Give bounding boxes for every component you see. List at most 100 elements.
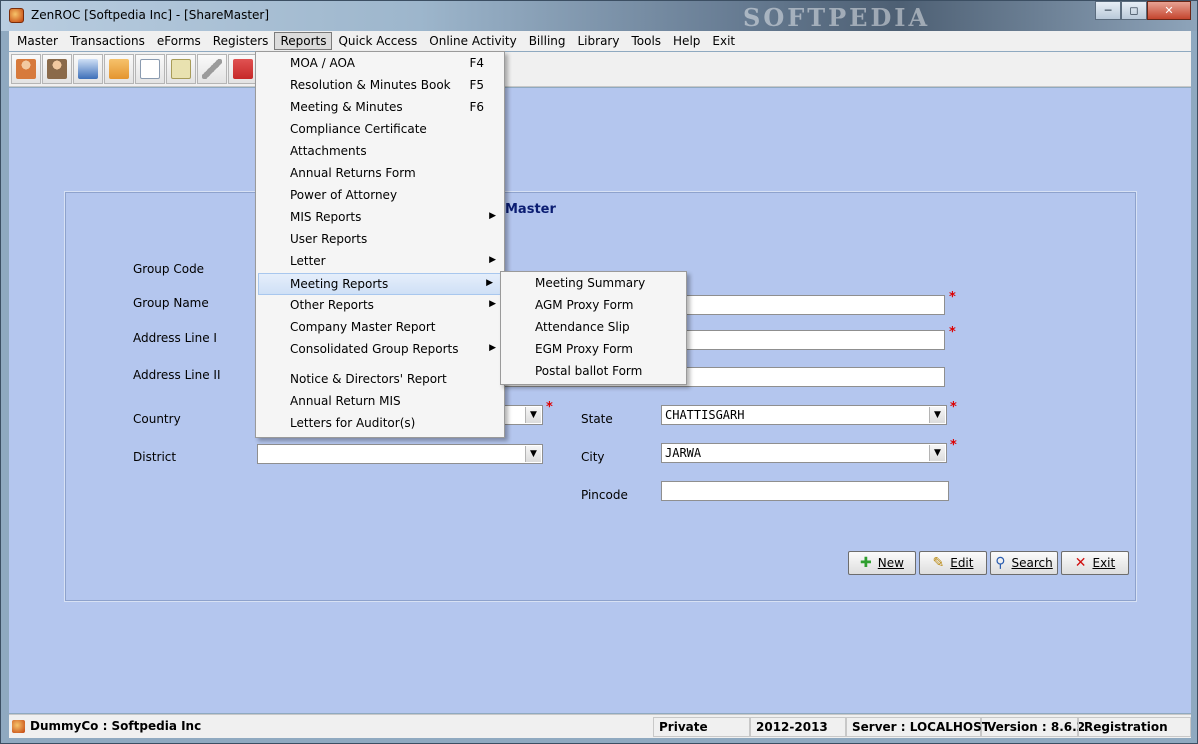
menu-item-label: Consolidated Group Reports bbox=[290, 342, 459, 356]
reports-item-attachments[interactable]: Attachments bbox=[256, 141, 504, 163]
menu-item-label: Postal ballot Form bbox=[535, 364, 643, 378]
reports-item-meeting-reports[interactable]: Meeting Reports ▶ bbox=[258, 273, 502, 295]
toolbar-button-document[interactable] bbox=[135, 54, 165, 84]
menu-library[interactable]: Library bbox=[572, 32, 626, 50]
status-server: Server : LOCALHOST bbox=[846, 717, 990, 737]
menu-item-label: Attendance Slip bbox=[535, 320, 630, 334]
toolbar-button-user-edit[interactable] bbox=[11, 54, 41, 84]
menu-bar: Master Transactions eForms Registers Rep… bbox=[9, 31, 1191, 51]
close-icon: ✕ bbox=[1164, 4, 1174, 17]
menu-registers[interactable]: Registers bbox=[207, 32, 275, 50]
menu-master[interactable]: Master bbox=[11, 32, 64, 50]
add-icon: ✚ bbox=[860, 555, 872, 571]
submenu-item-agm-proxy-form[interactable]: AGM Proxy Form bbox=[501, 295, 686, 317]
search-icon: ⚲ bbox=[995, 555, 1006, 571]
search-button-label: Search bbox=[1011, 556, 1053, 570]
minimize-button[interactable]: ─ bbox=[1095, 1, 1121, 20]
title-bar[interactable]: ZenROC [Softpedia Inc] - [ShareMaster] S… bbox=[1, 1, 1197, 32]
reports-item-notice-directors-report[interactable]: Notice & Directors' Report bbox=[256, 369, 504, 391]
submenu-item-egm-proxy-form[interactable]: EGM Proxy Form bbox=[501, 339, 686, 361]
close-icon: ✕ bbox=[1074, 555, 1087, 571]
menu-item-label: MOA / AOA bbox=[290, 56, 355, 70]
minimize-icon: ─ bbox=[1104, 4, 1112, 17]
red-book-icon bbox=[233, 59, 253, 79]
new-button[interactable]: ✚ New bbox=[848, 551, 916, 575]
master-panel: Master Group Code Group Name Address Lin… bbox=[64, 191, 1137, 602]
toolbar-button-folder-box[interactable] bbox=[104, 54, 134, 84]
group-code-label: Group Code bbox=[133, 262, 205, 276]
menu-item-label: Meeting Summary bbox=[535, 276, 646, 290]
maximize-button[interactable]: ◻ bbox=[1121, 1, 1147, 20]
reports-item-consolidated-group-reports[interactable]: Consolidated Group Reports ▶ bbox=[256, 339, 504, 361]
menu-item-label: User Reports bbox=[290, 232, 368, 246]
menu-item-label: Annual Returns Form bbox=[290, 166, 416, 180]
reports-item-company-master-report[interactable]: Company Master Report bbox=[256, 317, 504, 339]
reports-item-resolution-minutes[interactable]: Resolution & Minutes Book F5 bbox=[256, 75, 504, 97]
pincode-input[interactable] bbox=[661, 481, 949, 501]
city-select[interactable]: JARWA ▼ bbox=[661, 443, 947, 463]
reports-menu: MOA / AOA F4 Resolution & Minutes Book F5 … bbox=[255, 51, 505, 438]
state-label: State bbox=[581, 412, 613, 426]
menu-reports[interactable]: Reports bbox=[274, 32, 333, 50]
chevron-down-icon[interactable]: ▼ bbox=[525, 407, 541, 423]
edit-button[interactable]: ✎ Edit bbox=[919, 551, 987, 575]
menu-exit[interactable]: Exit bbox=[706, 32, 741, 50]
reports-item-annual-returns-form[interactable]: Annual Returns Form bbox=[256, 163, 504, 185]
state-value: CHATTISGARH bbox=[665, 408, 745, 422]
menu-item-label: Letters for Auditor(s) bbox=[290, 416, 416, 430]
reports-item-power-of-attorney[interactable]: Power of Attorney bbox=[256, 185, 504, 207]
user-pen-icon bbox=[47, 59, 67, 79]
reports-item-letter[interactable]: Letter ▶ bbox=[256, 251, 504, 273]
reports-item-mis-reports[interactable]: MIS Reports ▶ bbox=[256, 207, 504, 229]
menu-item-label: MIS Reports bbox=[290, 210, 362, 224]
reports-item-other-reports[interactable]: Other Reports ▶ bbox=[256, 295, 504, 317]
menu-item-label: Other Reports bbox=[290, 298, 374, 312]
chevron-down-icon[interactable]: ▼ bbox=[929, 407, 945, 423]
reports-item-letters-for-auditors[interactable]: Letters for Auditor(s) bbox=[256, 413, 504, 435]
menu-tools[interactable]: Tools bbox=[625, 32, 667, 50]
toolbar-button-ia-form[interactable] bbox=[73, 54, 103, 84]
search-button[interactable]: ⚲ Search bbox=[990, 551, 1058, 575]
menu-item-label: Notice & Directors' Report bbox=[290, 372, 447, 386]
status-version: Version : 8.6.2 bbox=[981, 717, 1085, 737]
window-controls: ─ ◻ ✕ bbox=[1095, 1, 1191, 20]
menu-help[interactable]: Help bbox=[667, 32, 706, 50]
pincode-label: Pincode bbox=[581, 488, 628, 502]
submenu-item-postal-ballot-form[interactable]: Postal ballot Form bbox=[501, 361, 686, 383]
state-select[interactable]: CHATTISGARH ▼ bbox=[661, 405, 947, 425]
menu-item-label: Letter bbox=[290, 254, 326, 268]
toolbar-button-book[interactable] bbox=[228, 54, 258, 84]
close-button[interactable]: ✕ bbox=[1147, 1, 1191, 20]
menu-billing[interactable]: Billing bbox=[523, 32, 572, 50]
reports-item-user-reports[interactable]: User Reports bbox=[256, 229, 504, 251]
exit-button[interactable]: ✕ Exit bbox=[1061, 551, 1129, 575]
submenu-item-meeting-summary[interactable]: Meeting Summary bbox=[501, 273, 686, 295]
reports-item-meeting-minutes[interactable]: Meeting & Minutes F6 bbox=[256, 97, 504, 119]
menu-online-activity[interactable]: Online Activity bbox=[423, 32, 522, 50]
city-label: City bbox=[581, 450, 605, 464]
submenu-arrow-icon: ▶ bbox=[489, 255, 496, 265]
toolbar-button-scroll[interactable] bbox=[166, 54, 196, 84]
exit-button-label: Exit bbox=[1092, 556, 1116, 570]
district-select[interactable]: ▼ bbox=[257, 444, 543, 464]
submenu-item-attendance-slip[interactable]: Attendance Slip bbox=[501, 317, 686, 339]
menu-item-label: Resolution & Minutes Book bbox=[290, 78, 451, 92]
watermark: SOFTPEDIA bbox=[743, 3, 931, 32]
menu-quick-access[interactable]: Quick Access bbox=[332, 32, 423, 50]
status-bar: DummyCo : Softpedia Inc Private 2012-201… bbox=[9, 714, 1191, 738]
toolbar-button-user-pen[interactable] bbox=[42, 54, 72, 84]
reports-item-annual-return-mis[interactable]: Annual Return MIS bbox=[256, 391, 504, 413]
menu-separator bbox=[256, 361, 504, 369]
reports-item-moa-aoa[interactable]: MOA / AOA F4 bbox=[256, 53, 504, 75]
address-line-1-label: Address Line I bbox=[133, 331, 217, 345]
reports-item-compliance-certificate[interactable]: Compliance Certificate bbox=[256, 119, 504, 141]
chevron-down-icon[interactable]: ▼ bbox=[525, 446, 541, 462]
chevron-down-icon[interactable]: ▼ bbox=[929, 445, 945, 461]
folder-box-icon bbox=[109, 59, 129, 79]
menu-transactions[interactable]: Transactions bbox=[64, 32, 151, 50]
address-line-2-label: Address Line II bbox=[133, 368, 221, 382]
maximize-icon: ◻ bbox=[1129, 4, 1139, 17]
menu-eforms[interactable]: eForms bbox=[151, 32, 207, 50]
toolbar-button-attach[interactable] bbox=[197, 54, 227, 84]
district-label: District bbox=[133, 450, 177, 464]
